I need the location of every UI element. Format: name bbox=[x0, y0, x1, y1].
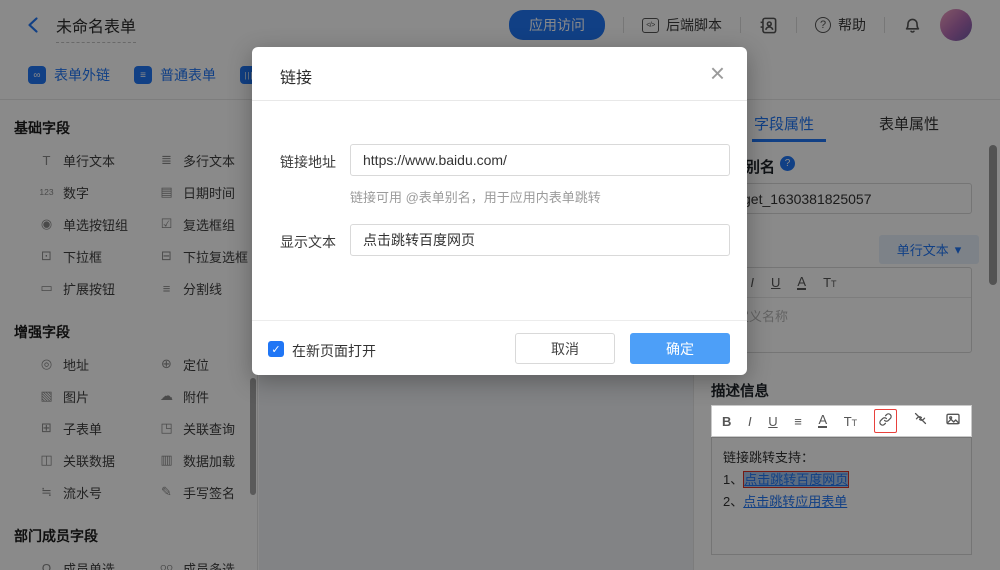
new-page-checkbox[interactable]: ✓ bbox=[268, 341, 284, 357]
underline-button[interactable]: U bbox=[768, 414, 777, 429]
unlink-icon bbox=[913, 411, 928, 426]
insert-link-button[interactable] bbox=[874, 409, 897, 433]
close-icon[interactable]: × bbox=[710, 57, 725, 89]
dialog-footer: ✓ 在新页面打开 取消 确定 bbox=[252, 320, 747, 375]
description-toolbar: B I U ≡ A TT bbox=[711, 405, 972, 437]
url-hint: 链接可用 @表单别名，用于应用内表单跳转 bbox=[350, 187, 601, 206]
insert-image-button[interactable] bbox=[945, 411, 961, 432]
remove-link-button[interactable] bbox=[913, 411, 928, 431]
bold-button[interactable]: B bbox=[722, 414, 731, 429]
align-button[interactable]: ≡ bbox=[794, 414, 802, 429]
new-page-label: 在新页面打开 bbox=[292, 341, 376, 361]
url-label: 链接地址 bbox=[280, 152, 336, 172]
dialog-title: 链接 bbox=[280, 64, 312, 88]
font-size-button[interactable]: TT bbox=[844, 414, 857, 429]
link-dialog: 链接 × 链接地址 链接可用 @表单别名，用于应用内表单跳转 显示文本 ✓ 在新… bbox=[252, 47, 747, 375]
image-icon bbox=[945, 411, 961, 427]
italic-button[interactable]: I bbox=[748, 414, 752, 429]
dialog-header: 链接 × bbox=[252, 47, 747, 101]
link-url-input[interactable] bbox=[350, 144, 730, 176]
font-color-button[interactable]: A bbox=[818, 414, 827, 428]
confirm-button[interactable]: 确定 bbox=[630, 333, 730, 364]
display-text-label: 显示文本 bbox=[280, 232, 336, 252]
link-icon bbox=[878, 412, 893, 427]
cancel-button[interactable]: 取消 bbox=[515, 333, 615, 364]
display-text-input[interactable] bbox=[350, 224, 730, 256]
